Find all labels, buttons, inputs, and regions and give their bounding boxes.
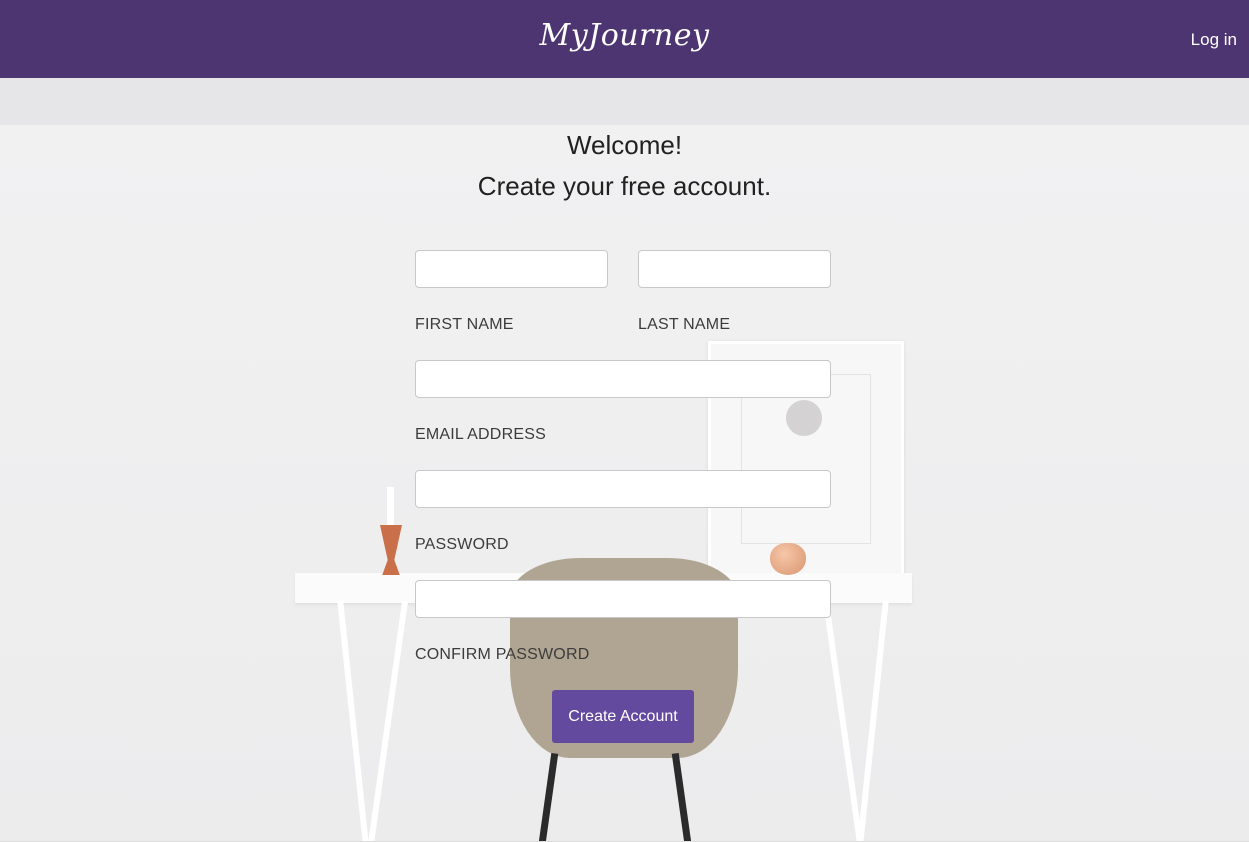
brand-logo[interactable]: MyJourney bbox=[0, 18, 1249, 53]
last-name-input[interactable] bbox=[638, 250, 831, 288]
last-name-label: LAST NAME bbox=[638, 316, 731, 333]
first-name-label: FIRST NAME bbox=[415, 316, 514, 333]
email-label: EMAIL ADDRESS bbox=[415, 426, 546, 443]
desk-leg bbox=[337, 600, 369, 841]
password-input[interactable] bbox=[415, 470, 831, 508]
create-account-button[interactable]: Create Account bbox=[552, 690, 694, 743]
login-link[interactable]: Log in bbox=[1191, 30, 1237, 50]
desk-leg bbox=[367, 600, 409, 841]
picture-frame-art bbox=[786, 400, 822, 436]
password-label: PASSWORD bbox=[415, 536, 509, 553]
secondary-bar bbox=[0, 78, 1249, 125]
confirm-password-input[interactable] bbox=[415, 580, 831, 618]
desk-leg bbox=[857, 600, 889, 841]
vase bbox=[380, 525, 402, 575]
welcome-heading: Welcome! bbox=[566, 130, 683, 160]
chair-leg bbox=[671, 752, 692, 841]
create-account-subtitle: Create your free account. bbox=[477, 171, 772, 201]
first-name-input[interactable] bbox=[415, 250, 608, 288]
top-navbar: MyJourney Log in bbox=[0, 0, 1249, 78]
confirm-password-label: CONFIRM PASSWORD bbox=[415, 646, 590, 663]
candle bbox=[387, 487, 394, 525]
plant-pot bbox=[770, 543, 806, 575]
chair-leg bbox=[538, 752, 559, 841]
email-input[interactable] bbox=[415, 360, 831, 398]
desk-leg bbox=[822, 600, 864, 841]
